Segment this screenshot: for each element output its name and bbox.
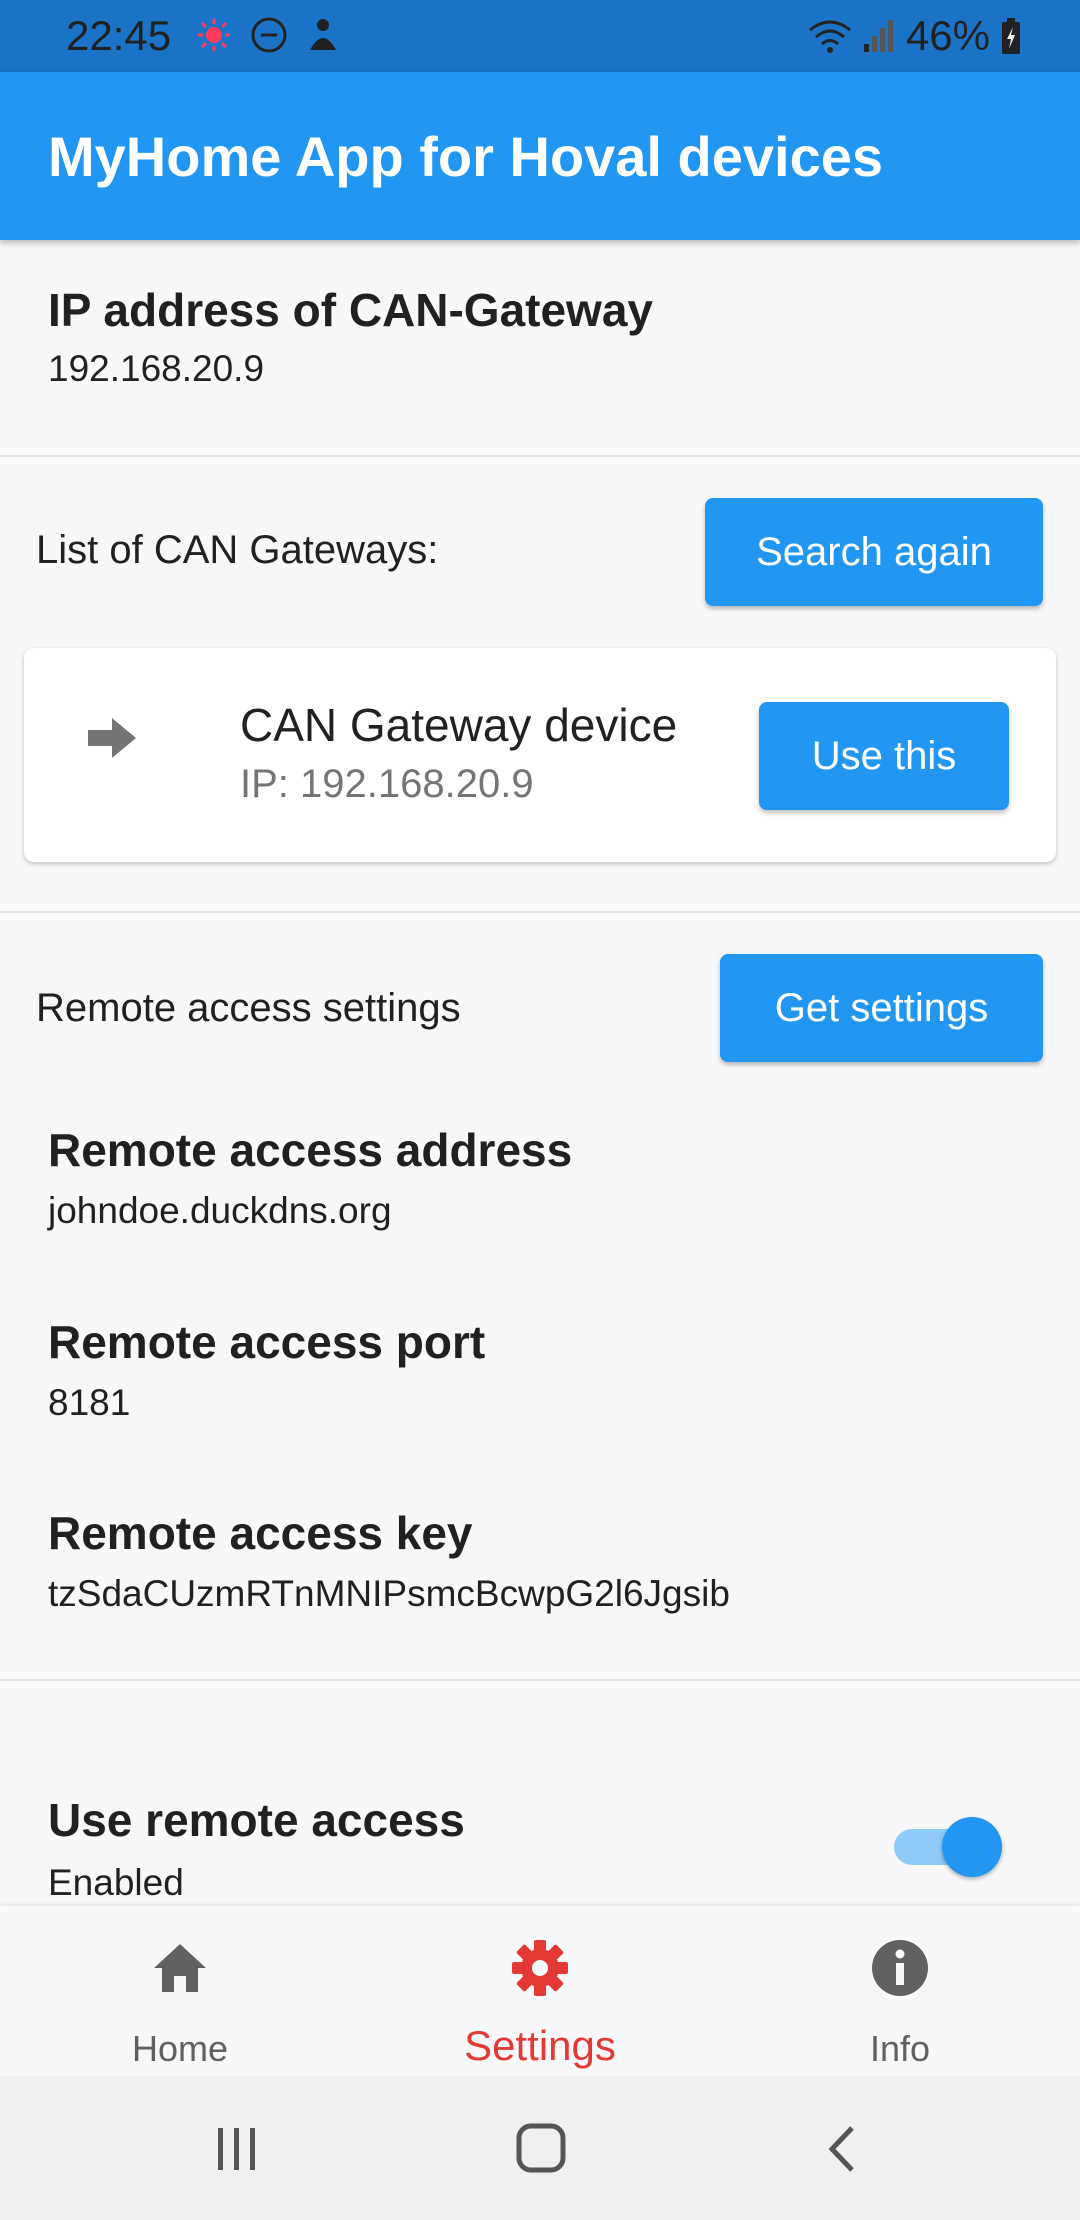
status-icons-left — [196, 16, 340, 54]
nav-home[interactable]: Home — [0, 1906, 360, 2076]
home-icon — [154, 1944, 206, 1992]
use-remote-value: Enabled — [48, 1862, 184, 1903]
wifi-icon — [809, 20, 851, 53]
arrow-right-icon — [88, 718, 136, 758]
status-bar: 22:45 46% — [0, 0, 1080, 72]
nav-label-home: Home — [131, 2028, 229, 2069]
gateways-label: List of CAN Gateways: — [36, 528, 439, 572]
notification-icon — [198, 19, 230, 51]
info-icon — [872, 1940, 928, 1996]
signal-icon — [863, 20, 893, 52]
gateway-card: CAN Gateway device IP: 192.168.20.9 Use … — [24, 648, 1056, 862]
app-bar: MyHome App for Hoval devices — [0, 72, 1080, 240]
nav-label-settings: Settings — [464, 2022, 616, 2069]
remote-key-title: Remote access key — [48, 1507, 473, 1559]
gear-icon — [512, 1940, 568, 1996]
dnd-icon — [251, 17, 287, 53]
search-again-button[interactable]: Search again — [705, 498, 1043, 606]
battery-icon — [1002, 18, 1020, 54]
divider — [0, 1679, 1080, 1681]
remote-address-title: Remote access address — [48, 1124, 573, 1176]
status-right: 46% — [808, 12, 1022, 60]
get-settings-button[interactable]: Get settings — [720, 954, 1043, 1062]
remote-key-value: tzSdaCUzmRTnMNIPsmcBcwpG2l6Jgsib — [48, 1573, 730, 1614]
bottom-nav: Home Settings Info — [0, 1906, 1080, 2076]
home-button-icon[interactable] — [515, 2120, 567, 2176]
switch-thumb[interactable] — [942, 1817, 1002, 1877]
nav-label-info: Info — [869, 2028, 931, 2069]
system-nav-bar — [0, 2076, 1080, 2220]
back-icon[interactable] — [822, 2124, 862, 2174]
remote-port-value: 8181 — [48, 1382, 131, 1423]
gateway-ip: IP: 192.168.20.9 — [240, 762, 534, 806]
nav-settings[interactable]: Settings — [360, 1906, 720, 2076]
battery-percent: 46% — [905, 12, 990, 59]
status-time: 22:45 — [66, 12, 172, 59]
gateway-name: CAN Gateway device — [240, 699, 678, 751]
app-icon — [310, 19, 336, 50]
use-remote-title: Use remote access — [48, 1794, 465, 1846]
use-this-button[interactable]: Use this — [759, 702, 1009, 810]
remote-settings-label: Remote access settings — [36, 986, 461, 1030]
remote-address-value: johndoe.duckdns.org — [48, 1190, 392, 1231]
gateway-ip-title: IP address of CAN-Gateway — [48, 284, 654, 336]
remote-port-title: Remote access port — [48, 1316, 486, 1368]
divider — [0, 911, 1080, 913]
divider — [0, 455, 1080, 457]
nav-info[interactable]: Info — [720, 1906, 1080, 2076]
app-title: MyHome App for Hoval devices — [48, 125, 884, 188]
recent-apps-icon[interactable] — [212, 2124, 262, 2174]
gateway-ip-value: 192.168.20.9 — [48, 348, 265, 389]
